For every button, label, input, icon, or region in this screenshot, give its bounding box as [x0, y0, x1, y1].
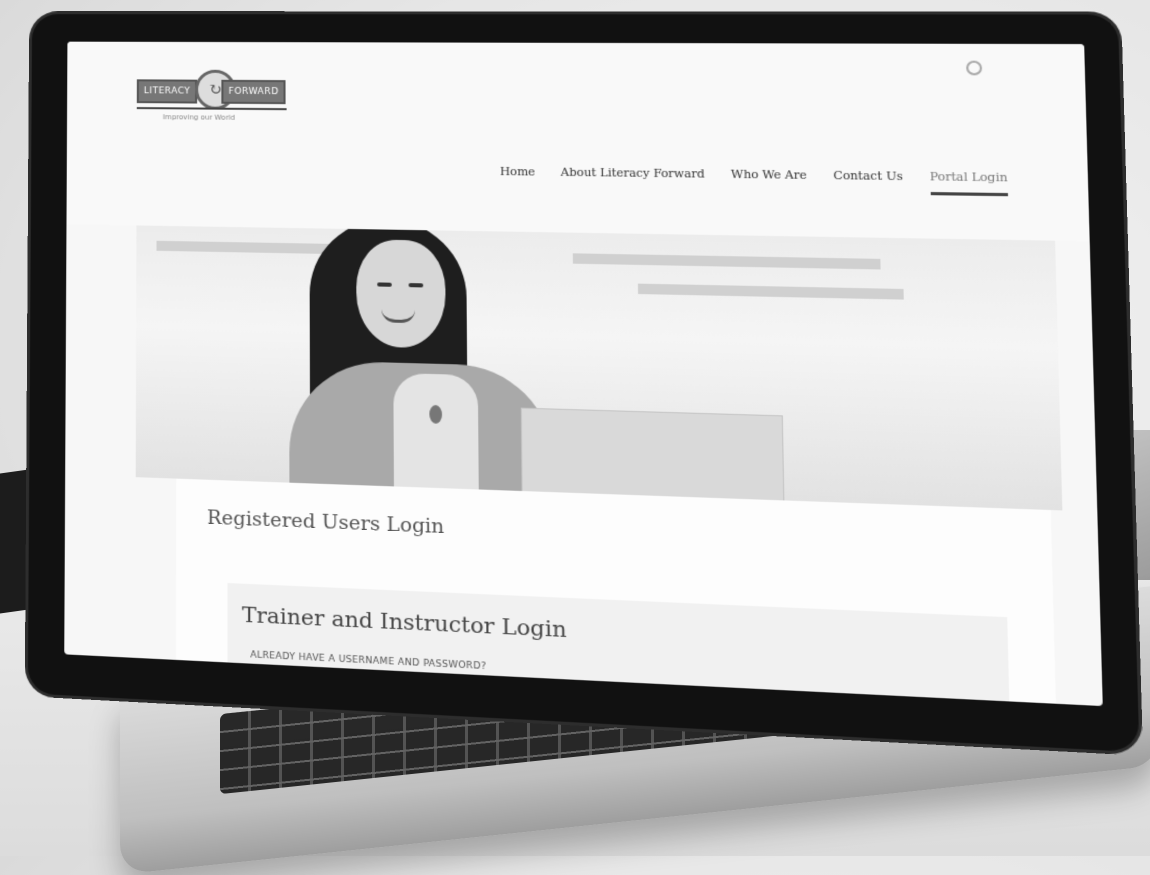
hero-image	[136, 225, 1063, 510]
nav-portal-login[interactable]: Portal Login	[930, 170, 1008, 196]
hero-person-face	[356, 239, 446, 348]
hero-eye	[377, 282, 392, 286]
logo-tagline: Improving our World	[163, 113, 235, 122]
nav-home[interactable]: Home	[500, 165, 535, 190]
nav-who-we-are[interactable]: Who We Are	[731, 168, 807, 194]
panel-title: Trainer and Instructor Login	[242, 602, 567, 642]
user-icon[interactable]	[966, 61, 982, 76]
site-header: LITERACY ↻ FORWARD Improving our World H…	[66, 42, 1089, 242]
hero-streak	[638, 284, 904, 300]
login-prompt: ALREADY HAVE A USERNAME AND PASSWORD?	[250, 650, 486, 672]
trainer-login-panel: Trainer and Instructor Login ALREADY HAV…	[227, 583, 1011, 706]
logo-right-word: FORWARD	[221, 80, 286, 104]
nav-about[interactable]: About Literacy Forward	[561, 166, 705, 193]
login-section: Registered Users Login Trainer and Instr…	[176, 479, 1058, 706]
login-link[interactable]: LOGIN HERE	[250, 671, 301, 683]
section-title: Registered Users Login	[207, 506, 444, 538]
hero-pendant	[429, 405, 442, 424]
hero-smile	[381, 309, 415, 323]
hero-streak	[573, 253, 881, 269]
browser-screen: LITERACY ↻ FORWARD Improving our World H…	[64, 42, 1103, 706]
hero-eye	[409, 283, 424, 287]
site-logo[interactable]: LITERACY ↻ FORWARD Improving our World	[137, 62, 289, 123]
logo-left-word: LITERACY	[137, 79, 198, 103]
logo-underline	[137, 107, 287, 110]
laptop-bezel: LITERACY ↻ FORWARD Improving our World H…	[28, 14, 1140, 752]
hero-person-shirt	[393, 373, 479, 500]
main-nav: Home About Literacy Forward Who We Are C…	[500, 165, 1008, 196]
nav-contact[interactable]: Contact Us	[833, 169, 903, 195]
